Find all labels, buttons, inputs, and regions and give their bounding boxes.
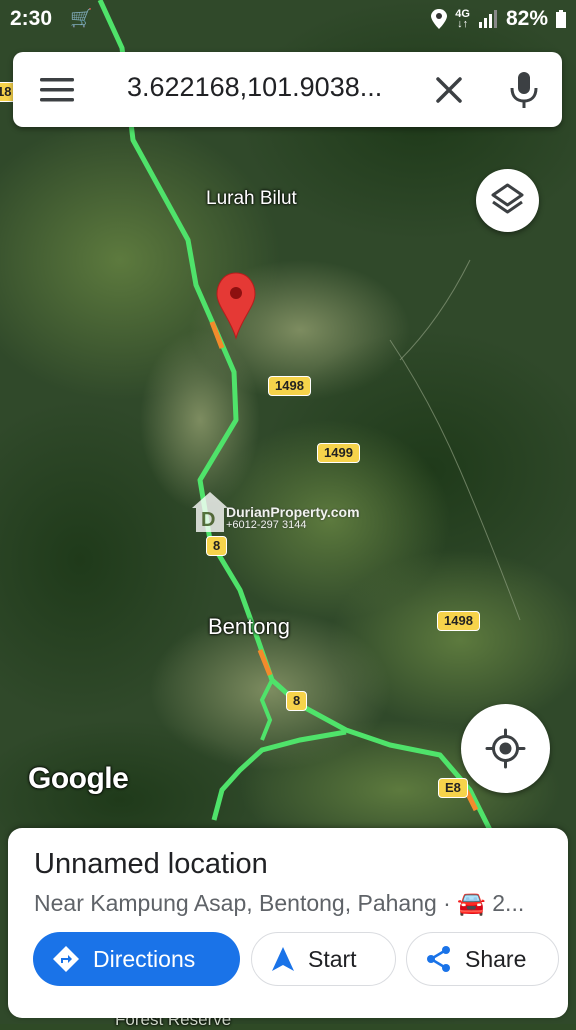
directions-label: Directions <box>93 945 196 972</box>
directions-icon <box>53 946 79 972</box>
place-subtitle: Near Kampung Asap, Bentong, Pahang · 🚘 2… <box>34 890 525 916</box>
signal-strength-icon <box>478 10 497 28</box>
battery-icon <box>556 10 566 28</box>
road-shield: 8 <box>286 691 308 711</box>
road-shield: 1498 <box>437 611 480 631</box>
navigation-arrow-icon <box>272 947 294 971</box>
microphone-icon[interactable] <box>509 70 539 110</box>
watermark: D DurianProperty.com +6012-297 3144 <box>190 488 360 541</box>
layers-icon <box>491 183 524 214</box>
status-time: 2:30 <box>10 7 53 30</box>
share-button[interactable]: Share <box>406 932 559 986</box>
place-card[interactable]: Unnamed location Near Kampung Asap, Bent… <box>8 828 568 1018</box>
share-label: Share <box>465 945 527 972</box>
start-button[interactable]: Start <box>251 932 396 986</box>
map-label-bentong: Bentong <box>208 614 290 639</box>
place-title: Unnamed location <box>34 848 268 880</box>
watermark-phone: +6012-297 3144 <box>226 519 307 531</box>
search-bar[interactable]: 3.622168,101.9038... <box>13 52 562 127</box>
battery-percent: 82% <box>505 7 548 30</box>
close-icon[interactable] <box>431 72 467 108</box>
data-arrows-icon: ↓↑ <box>457 18 469 30</box>
menu-icon[interactable] <box>40 75 74 105</box>
status-bar: 2:30 🛒 4G ↓↑ 82% <box>0 0 576 40</box>
share-icon <box>427 946 450 972</box>
google-logo: Google <box>28 762 129 795</box>
road-shield: 1499 <box>317 443 360 463</box>
road-shield: 1498 <box>268 376 311 396</box>
search-query[interactable]: 3.622168,101.9038... <box>127 72 417 103</box>
watermark-brand: DurianProperty.com <box>226 504 360 520</box>
house-logo-icon: D <box>192 492 228 532</box>
layers-button[interactable] <box>476 169 539 232</box>
location-status-icon <box>431 9 448 29</box>
shopping-cart-notification-icon: 🛒 <box>70 8 93 28</box>
directions-button[interactable]: Directions <box>33 932 240 986</box>
network-indicator: 4G ↓↑ <box>455 9 470 30</box>
svg-text:D: D <box>201 509 215 531</box>
start-label: Start <box>308 945 357 972</box>
my-location-icon <box>485 728 526 769</box>
my-location-button[interactable] <box>461 704 550 793</box>
map-label-lurah-bilut: Lurah Bilut <box>206 188 297 209</box>
